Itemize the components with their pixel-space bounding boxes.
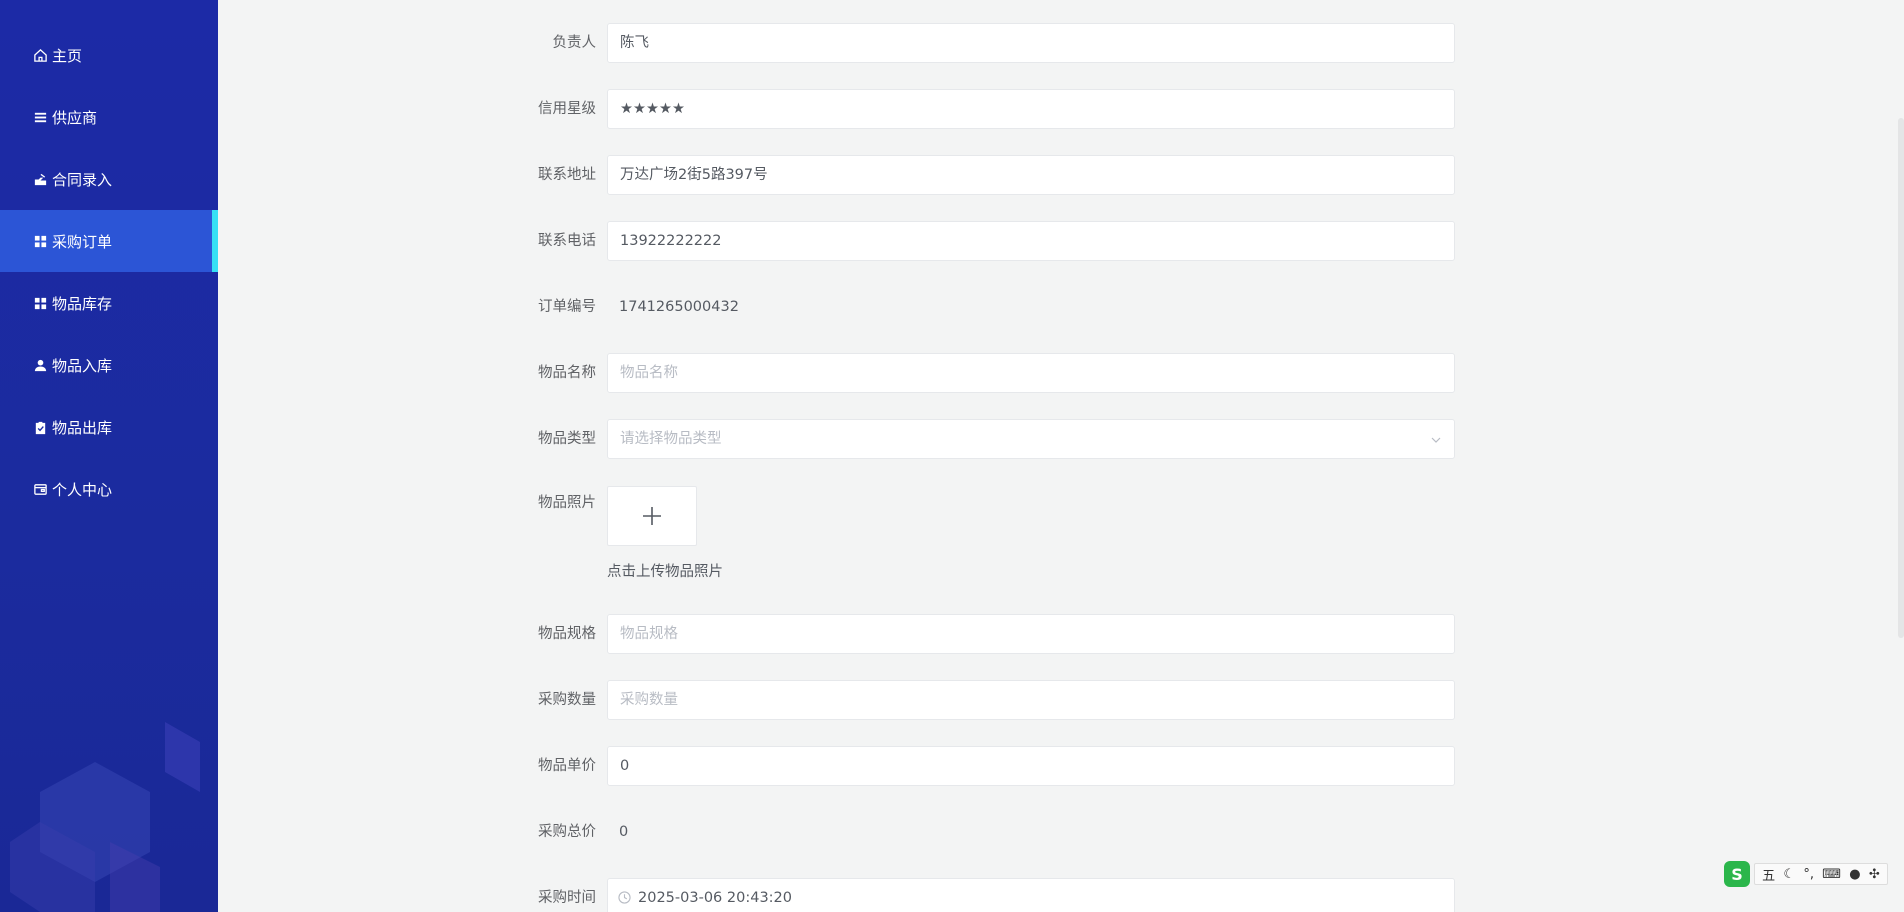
moon-icon[interactable]: ☾	[1783, 867, 1795, 882]
spec-label: 物品规格	[538, 626, 596, 642]
item-type-select[interactable]: 请选择物品类型	[607, 419, 1455, 459]
form-row-item-photo: 物品照片	[218, 486, 1904, 526]
total-value: 0	[619, 824, 629, 840]
address-label: 联系地址	[538, 167, 596, 183]
ime-toolbar[interactable]: S 五 ☾ °, ⌨ ● ✣	[1724, 861, 1888, 887]
form-row-address: 联系地址 万达广场2街5路397号	[218, 155, 1904, 195]
form-row-phone: 联系电话 13922222222	[218, 221, 1904, 261]
form-row-item-name: 物品名称	[218, 353, 1904, 393]
keyboard-icon[interactable]: ⌨	[1822, 867, 1841, 882]
user-icon[interactable]: ●	[1849, 867, 1860, 882]
form-row-time: 采购时间 2025-03-06 20:43:20	[218, 878, 1904, 912]
form-row-unit-price: 物品单价 0	[218, 746, 1904, 786]
sidebar-item-profile[interactable]: 个人中心	[0, 458, 218, 520]
form-row-quantity: 采购数量	[218, 680, 1904, 720]
home-icon	[32, 47, 48, 63]
decoration-cubes	[10, 722, 200, 912]
sidebar-menu: 主页 供应商 合同录入 采购订单 物品库存 物品入库 物品出库 个人中心	[0, 0, 218, 520]
time-picker[interactable]: 2025-03-06 20:43:20	[607, 878, 1455, 912]
sidebar-item-stock-in[interactable]: 物品入库	[0, 334, 218, 396]
sidebar-item-label: 采购订单	[52, 232, 113, 251]
phone-field[interactable]: 13922222222	[607, 221, 1455, 261]
main-content: 负责人 陈飞 信用星级 ★★★★★ 联系地址 万达广场2街5路397号 联系电话…	[218, 0, 1904, 912]
clock-icon	[618, 891, 631, 904]
owner-field[interactable]: 陈飞	[607, 23, 1455, 63]
item-type-label: 物品类型	[538, 431, 596, 447]
form-row-item-type: 物品类型 请选择物品类型	[218, 419, 1904, 459]
sidebar: 主页 供应商 合同录入 采购订单 物品库存 物品入库 物品出库 个人中心	[0, 0, 218, 912]
total-label: 采购总价	[538, 824, 596, 840]
form-row-order-no: 订单编号 1741265000432	[218, 287, 1904, 327]
sidebar-item-label: 合同录入	[52, 170, 113, 189]
credit-label: 信用星级	[538, 101, 596, 117]
sidebar-item-label: 个人中心	[52, 480, 113, 499]
phone-label: 联系电话	[538, 233, 596, 249]
contract-icon	[32, 171, 48, 187]
sidebar-item-supplier[interactable]: 供应商	[0, 86, 218, 148]
plus-icon	[643, 507, 661, 525]
order-no-label: 订单编号	[538, 299, 596, 315]
ime-bar: 五 ☾ °, ⌨ ● ✣	[1754, 863, 1888, 885]
quantity-label: 采购数量	[538, 692, 596, 708]
form-row-total: 采购总价 0	[218, 812, 1904, 852]
grid-icon	[32, 295, 48, 311]
grid-icon	[32, 233, 48, 249]
ime-logo-icon[interactable]: S	[1724, 861, 1750, 887]
list-icon	[32, 109, 48, 125]
scrollbar[interactable]	[1898, 118, 1904, 638]
sidebar-item-label: 物品入库	[52, 356, 113, 375]
sidebar-item-stock-out[interactable]: 物品出库	[0, 396, 218, 458]
user-icon	[32, 357, 48, 373]
item-name-label: 物品名称	[538, 365, 596, 381]
form-row-owner: 负责人 陈飞	[218, 23, 1904, 63]
order-no-value: 1741265000432	[619, 299, 739, 315]
quantity-input[interactable]	[607, 680, 1455, 720]
sidebar-item-label: 物品出库	[52, 418, 113, 437]
credit-rating-field[interactable]: ★★★★★	[607, 89, 1455, 129]
sidebar-item-label: 主页	[52, 46, 83, 65]
apps-icon[interactable]: ✣	[1869, 867, 1880, 882]
sidebar-item-inventory[interactable]: 物品库存	[0, 272, 218, 334]
photo-upload-hint: 点击上传物品照片	[607, 564, 723, 580]
item-name-input[interactable]	[607, 353, 1455, 393]
address-field[interactable]: 万达广场2街5路397号	[607, 155, 1455, 195]
form-row-spec: 物品规格	[218, 614, 1904, 654]
photo-upload-button[interactable]	[607, 486, 697, 546]
item-photo-label: 物品照片	[538, 495, 596, 511]
time-label: 采购时间	[538, 890, 596, 906]
sidebar-item-home[interactable]: 主页	[0, 24, 218, 86]
time-value: 2025-03-06 20:43:20	[638, 890, 792, 906]
clipboard-icon	[32, 419, 48, 435]
wallet-icon	[32, 481, 48, 497]
sidebar-item-label: 供应商	[52, 108, 98, 127]
sidebar-item-contract[interactable]: 合同录入	[0, 148, 218, 210]
chevron-down-icon	[1431, 437, 1441, 443]
sidebar-item-purchase-order[interactable]: 采购订单	[0, 210, 218, 272]
item-type-placeholder: 请选择物品类型	[620, 431, 722, 447]
owner-label: 负责人	[552, 35, 597, 51]
unit-price-label: 物品单价	[538, 758, 596, 774]
unit-price-field[interactable]: 0	[607, 746, 1455, 786]
spec-input[interactable]	[607, 614, 1455, 654]
ime-mode[interactable]: 五	[1762, 865, 1775, 884]
form-row-credit: 信用星级 ★★★★★	[218, 89, 1904, 129]
sidebar-item-label: 物品库存	[52, 294, 113, 313]
punctuation-icon[interactable]: °,	[1803, 867, 1814, 882]
